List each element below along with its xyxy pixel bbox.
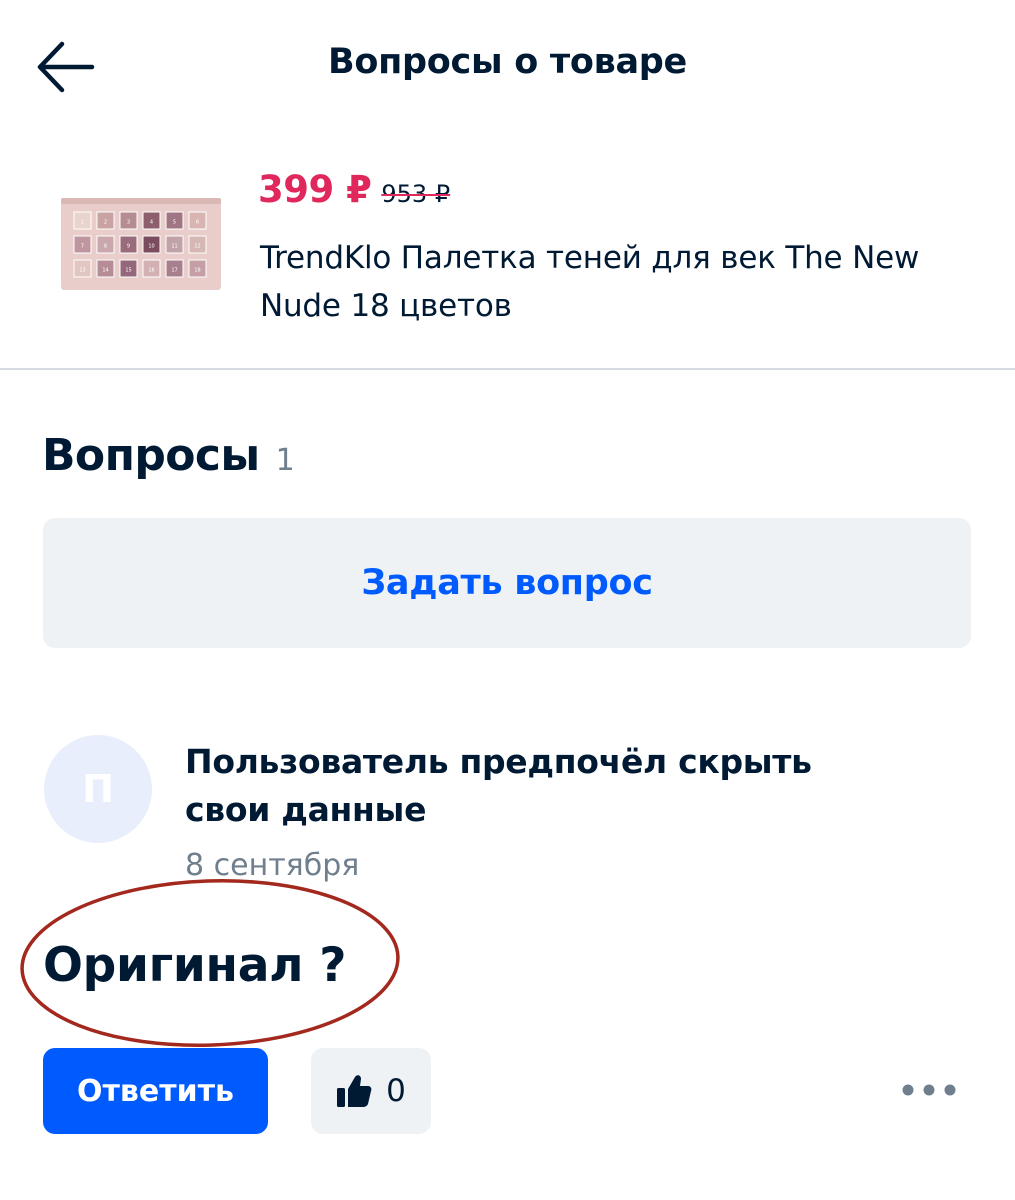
palette-swatch-label: 18 xyxy=(194,268,200,274)
like-button[interactable]: 0 xyxy=(311,1048,431,1134)
question-date: 8 сентября xyxy=(185,848,360,883)
like-count: 0 xyxy=(386,1073,406,1109)
price-row: 399 ₽ 953 ₽ xyxy=(258,168,450,214)
question-text: Оригинал ? xyxy=(43,938,347,993)
avatar-letter: П xyxy=(82,767,114,811)
palette-swatch-label: 12 xyxy=(194,244,200,250)
palette-swatch-label: 14 xyxy=(102,268,108,274)
questions-heading: Вопросы 1 xyxy=(42,430,295,481)
palette-swatch-label: 15 xyxy=(125,268,131,274)
more-options-button[interactable] xyxy=(896,1070,962,1110)
eyeshadow-palette-image: 1 2 3 4 5 67 8 9 10 11 1213 14 15 16 17 18 xyxy=(61,198,221,290)
palette-swatch-label: 13 xyxy=(79,268,85,274)
palette-swatch-label: 4 xyxy=(150,220,153,226)
palette-swatch-label: 11 xyxy=(171,244,177,250)
palette-swatch-label: 8 xyxy=(104,244,107,250)
questions-title: Вопросы xyxy=(42,430,260,481)
page-title: Вопросы о товаре xyxy=(328,42,687,82)
more-dots-icon xyxy=(902,1084,956,1096)
palette-swatch-label: 6 xyxy=(196,220,199,226)
reply-button[interactable]: Ответить xyxy=(43,1048,268,1134)
palette-swatch-label: 1 xyxy=(81,220,84,226)
palette-swatch-label: 7 xyxy=(81,244,84,250)
palette-swatch-label: 5 xyxy=(173,220,176,226)
questions-count: 1 xyxy=(275,443,295,478)
ask-question-button[interactable]: Задать вопрос xyxy=(43,518,971,648)
palette-swatch-label: 16 xyxy=(148,268,154,274)
palette-swatch-label: 9 xyxy=(127,244,130,250)
palette-swatch-label: 2 xyxy=(104,220,107,226)
old-price: 953 ₽ xyxy=(381,180,451,208)
question-author: Пользователь предпочёл скрыть свои данны… xyxy=(185,742,812,829)
product-thumbnail[interactable]: 1 2 3 4 5 6 7 8 9 10 11 12 13 14 15 16 17 18 xyxy=(58,194,224,292)
palette-swatch-label: 3 xyxy=(127,220,130,226)
section-divider xyxy=(0,368,1015,370)
avatar: П xyxy=(44,735,152,843)
thumbs-up-icon xyxy=(337,1075,372,1107)
palette-swatch-label: 10 xyxy=(148,244,154,250)
current-price: 399 ₽ xyxy=(258,168,372,211)
product-name[interactable]: TrendKlo Палетка теней для век The New N… xyxy=(260,234,960,330)
palette-swatch-label: 17 xyxy=(171,268,177,274)
